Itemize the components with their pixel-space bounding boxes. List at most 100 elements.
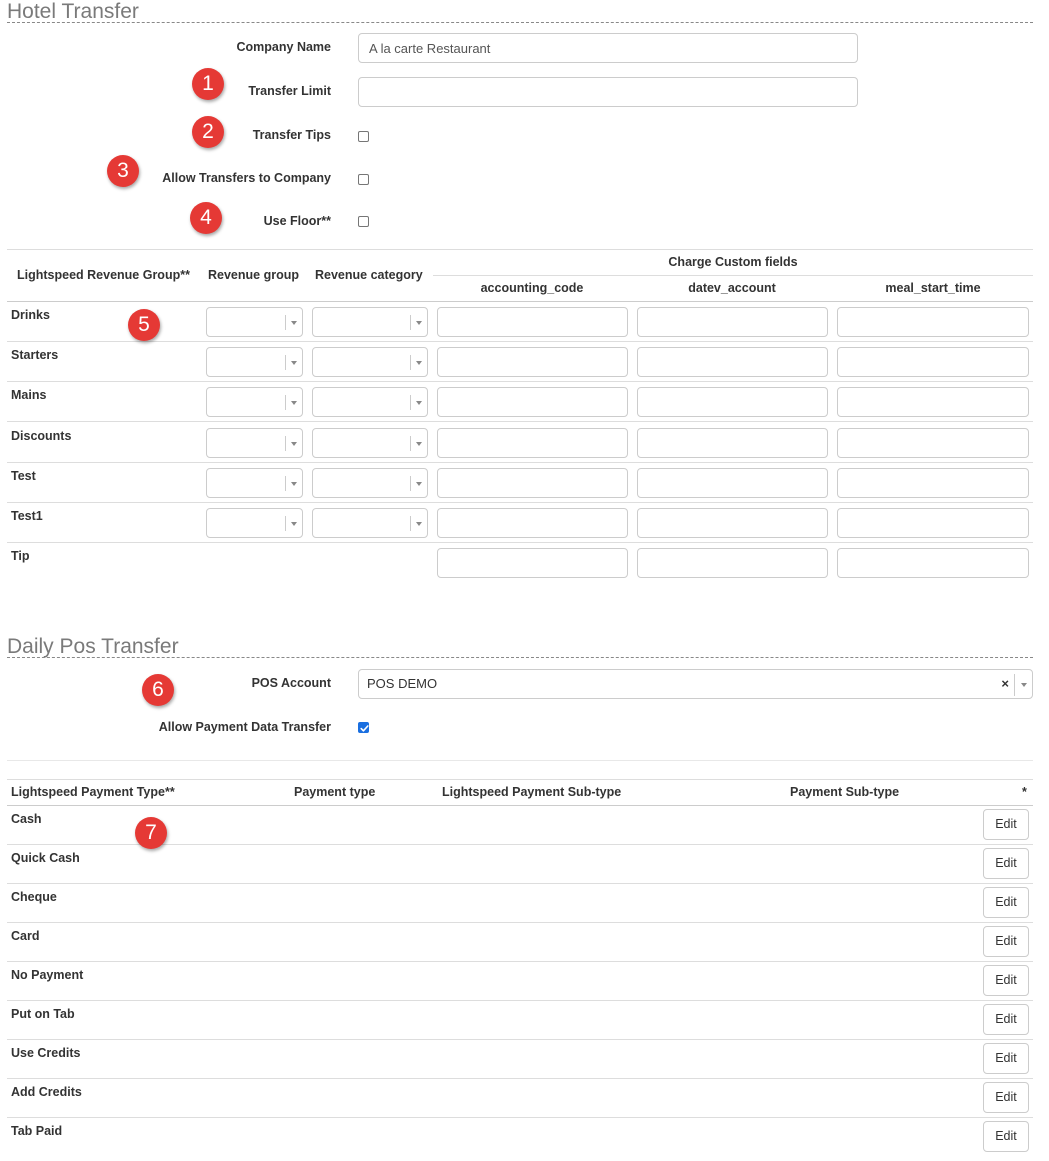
datev-account-input[interactable]	[637, 347, 828, 378]
row-label: Use Credits	[11, 1046, 81, 1060]
datev-account-input[interactable]	[637, 467, 828, 498]
accounting-code-input[interactable]	[437, 387, 628, 418]
edit-button[interactable]: Edit	[983, 1121, 1029, 1152]
revenue-group-select[interactable]	[206, 307, 303, 337]
col-header-payment-sub-type-ls: Lightspeed Payment Sub-type	[442, 785, 622, 799]
col-header-meal-start-time: meal_start_time	[885, 281, 981, 295]
pos-account-value: POS DEMO	[367, 676, 438, 691]
company-name-label: Company Name	[236, 40, 331, 54]
revenue-category-select[interactable]	[312, 347, 428, 378]
select-separator	[1014, 674, 1015, 696]
row-divider	[7, 381, 1033, 383]
edit-button[interactable]: Edit	[983, 887, 1029, 918]
select-separator	[410, 395, 411, 411]
select-separator	[285, 395, 286, 411]
select-separator	[285, 516, 286, 531]
edit-button[interactable]: Edit	[983, 1082, 1029, 1113]
annotation-badge-2: 2	[192, 116, 224, 148]
edit-button[interactable]: Edit	[983, 926, 1029, 957]
revenue-category-select[interactable]	[312, 467, 428, 498]
transfer-tips-checkbox[interactable]	[358, 131, 369, 142]
chevron-down-icon	[291, 441, 297, 446]
pos-account-select[interactable]: POS DEMO ×	[358, 669, 1033, 699]
edit-button[interactable]: Edit	[983, 848, 1029, 879]
allow-payment-checkbox[interactable]	[358, 722, 369, 733]
annotation-badge-4: 4	[190, 202, 222, 234]
datev-account-input[interactable]	[637, 548, 828, 579]
pos-account-label: POS Account	[251, 676, 331, 690]
row-divider	[7, 1117, 1033, 1118]
row-divider	[7, 461, 1033, 463]
row-divider	[7, 341, 1033, 342]
row-divider	[7, 1078, 1033, 1079]
row-label: Put on Tab	[11, 1007, 75, 1021]
chevron-down-icon[interactable]	[1021, 683, 1027, 687]
row-divider	[7, 501, 1033, 503]
meal-start-time-input[interactable]	[837, 427, 1029, 458]
company-name-input[interactable]	[358, 33, 858, 63]
revenue-group-select[interactable]	[206, 387, 303, 418]
transfer-limit-input[interactable]	[358, 77, 858, 107]
select-separator	[285, 435, 286, 451]
row-label: Cheque	[11, 890, 57, 904]
row-divider	[7, 1039, 1033, 1040]
col-header-revenue-category: Revenue category	[315, 268, 423, 282]
datev-account-input[interactable]	[637, 508, 828, 538]
col-header-charge-custom-fields: Charge Custom fields	[668, 255, 798, 269]
row-label: Tip	[11, 549, 30, 564]
revenue-category-select[interactable]	[312, 427, 428, 458]
datev-account-input[interactable]	[637, 307, 828, 337]
datev-account-input[interactable]	[637, 427, 828, 458]
revenue-category-select[interactable]	[312, 387, 428, 418]
meal-start-time-input[interactable]	[837, 467, 1029, 498]
meal-start-time-input[interactable]	[837, 387, 1029, 418]
table-border	[7, 249, 1033, 250]
meal-start-time-input[interactable]	[837, 548, 1029, 579]
row-label: Cash	[11, 812, 42, 826]
col-header-actions: *	[1022, 785, 1027, 799]
section-divider	[7, 22, 1033, 23]
table-border	[7, 805, 1033, 806]
row-divider	[7, 961, 1033, 962]
revenue-category-select[interactable]	[312, 508, 428, 538]
revenue-group-select[interactable]	[206, 467, 303, 498]
allow-transfers-checkbox[interactable]	[358, 174, 369, 185]
accounting-code-input[interactable]	[437, 427, 628, 458]
revenue-category-select[interactable]	[312, 307, 428, 337]
col-header-payment-type: Payment type	[294, 785, 376, 799]
accounting-code-input[interactable]	[437, 508, 628, 538]
row-divider	[7, 883, 1033, 884]
row-label: Discounts	[11, 428, 72, 443]
accounting-code-input[interactable]	[437, 548, 628, 579]
annotation-badge-3: 3	[107, 155, 139, 187]
accounting-code-input[interactable]	[437, 307, 628, 337]
accounting-code-input[interactable]	[437, 347, 628, 378]
edit-button[interactable]: Edit	[983, 965, 1029, 996]
meal-start-time-input[interactable]	[837, 307, 1029, 337]
revenue-group-select[interactable]	[206, 347, 303, 378]
annotation-badge-5: 5	[128, 309, 160, 341]
revenue-group-select[interactable]	[206, 427, 303, 458]
row-divider	[7, 421, 1033, 423]
col-header-accounting-code: accounting_code	[480, 281, 584, 295]
edit-button[interactable]: Edit	[983, 809, 1029, 840]
col-header-revenue-group-ls: Lightspeed Revenue Group**	[17, 268, 190, 282]
chevron-down-icon	[291, 401, 297, 406]
close-icon[interactable]: ×	[1001, 675, 1009, 693]
col-header-revenue-group: Revenue group	[208, 268, 299, 282]
edit-button[interactable]: Edit	[983, 1043, 1029, 1074]
use-floor-checkbox[interactable]	[358, 216, 369, 227]
check-icon	[360, 725, 369, 732]
meal-start-time-input[interactable]	[837, 347, 1029, 378]
table-border	[7, 301, 1033, 302]
transfer-tips-label: Transfer Tips	[252, 128, 331, 142]
revenue-group-select[interactable]	[206, 508, 303, 538]
select-separator	[410, 516, 411, 531]
accounting-code-input[interactable]	[437, 467, 628, 498]
row-divider	[7, 1000, 1033, 1001]
edit-button[interactable]: Edit	[983, 1004, 1029, 1035]
chevron-down-icon	[291, 361, 297, 366]
chevron-down-icon	[416, 321, 422, 325]
datev-account-input[interactable]	[637, 387, 828, 418]
meal-start-time-input[interactable]	[837, 508, 1029, 538]
